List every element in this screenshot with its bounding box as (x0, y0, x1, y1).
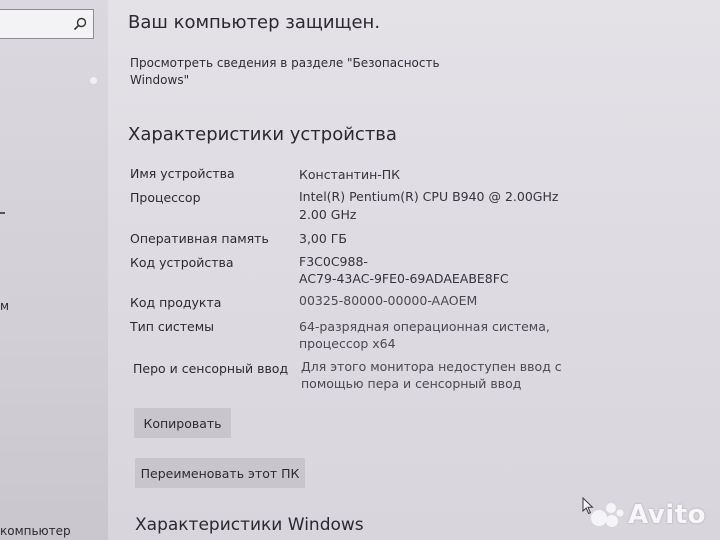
spec-value-processor-speed: 2.00 GHz (299, 207, 357, 222)
spec-value-pen-touch-cont: помощью пера и сенсорный ввод (301, 376, 522, 391)
spec-label-system-type: Тип системы (130, 319, 215, 334)
sidebar-item-computer[interactable]: компьютер (0, 524, 71, 538)
about-page: Ваш компьютер защищен. Просмотреть сведе… (108, 0, 720, 540)
spec-label-pen-touch: Перо и сенсорный ввод (133, 361, 289, 376)
copy-button[interactable]: Копировать (134, 408, 231, 438)
spec-value-system-type-cont: процессор x64 (299, 336, 396, 351)
spec-label-processor: Процессор (130, 190, 201, 205)
security-details-link-cont[interactable]: Windows" (130, 73, 189, 87)
nav-divider (0, 212, 5, 214)
windows-specs-title: Характеристики Windows (135, 515, 364, 535)
avito-watermark: Avito (590, 500, 706, 530)
sidebar-item-partial[interactable]: м (0, 299, 9, 313)
security-details-link[interactable]: Просмотреть сведения в разделе "Безопасн… (130, 56, 440, 70)
spec-value-processor: Intel(R) Pentium(R) CPU B940 @ 2.00GHz (299, 189, 559, 204)
sidebar: м компьютер (0, 0, 108, 540)
spec-label-ram: Оперативная память (130, 231, 269, 246)
spec-value-product-id: 00325-80000-00000-AAOEM (299, 293, 478, 308)
avito-wordmark: Avito (628, 500, 706, 530)
rename-pc-button[interactable]: Переименовать этот ПК (135, 458, 305, 488)
spec-value-system-type: 64-разрядная операционная система, (299, 319, 550, 334)
avito-logo-icon (591, 503, 624, 527)
device-specs-title: Характеристики устройства (128, 124, 397, 145)
nav-indicator-dot (90, 77, 97, 84)
spec-value-ram: 3,00 ГБ (299, 231, 348, 246)
security-status-title: Ваш компьютер защищен. (128, 12, 381, 33)
spec-label-device-name: Имя устройства (130, 166, 235, 181)
search-icon[interactable] (73, 17, 87, 31)
spec-value-device-id-cont: AC79-43AC-9FE0-69ADAEABE8FC (299, 271, 509, 286)
spec-label-product-id: Код продукта (130, 295, 222, 310)
search-input[interactable] (0, 9, 94, 39)
spec-value-pen-touch: Для этого монитора недоступен ввод с (301, 359, 562, 374)
spec-label-device-id: Код устройства (130, 255, 234, 270)
spec-value-device-id: F3C0C988- (299, 254, 368, 269)
spec-value-device-name: Константин-ПК (299, 167, 401, 182)
